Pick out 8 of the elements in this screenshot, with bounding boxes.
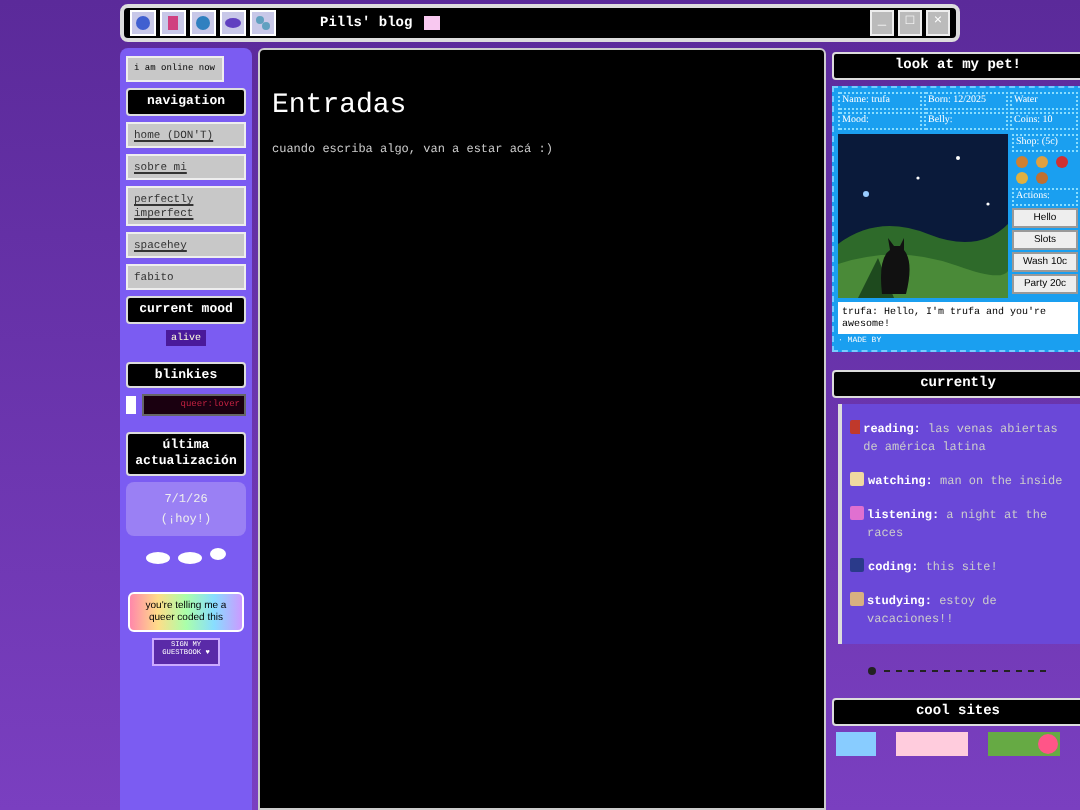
toolbar-icon[interactable] xyxy=(190,10,216,36)
toolbar-icon[interactable] xyxy=(220,10,246,36)
color-swatch xyxy=(424,16,441,30)
toolbar-icon[interactable] xyxy=(130,10,156,36)
page-heading: Entradas xyxy=(272,90,409,122)
shop-items-icon[interactable] xyxy=(1012,154,1072,186)
toolbar-icon[interactable] xyxy=(160,10,186,36)
blinky-icon xyxy=(126,396,136,415)
